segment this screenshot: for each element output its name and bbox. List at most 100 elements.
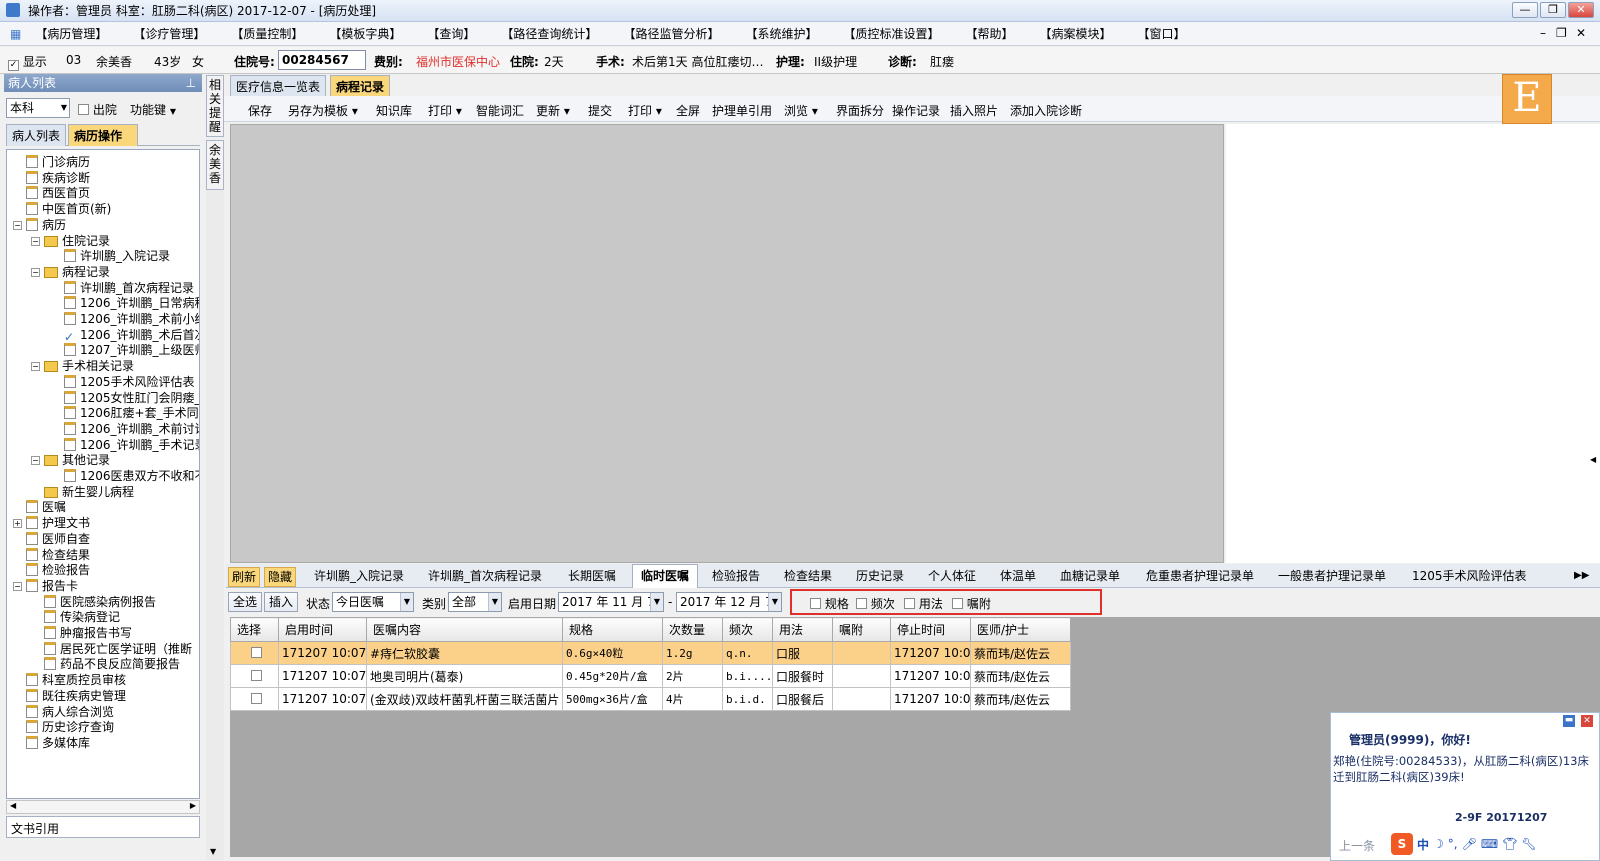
tab-admission-record[interactable]: 许圳鹏_入院记录 xyxy=(314,567,404,585)
fullscreen-button[interactable]: 全屏 xyxy=(676,102,700,119)
spec-checkbox[interactable] xyxy=(810,598,821,609)
tree-node[interactable]: − 病历 xyxy=(13,217,66,233)
tree-node[interactable]: 1206_许圳鹏_手术记录 xyxy=(51,437,199,453)
operation-log-button[interactable]: 操作记录 xyxy=(892,102,940,119)
show-toggle[interactable]: ✓ 显示 xyxy=(8,53,47,71)
tree-node[interactable]: 1207_许圳鹏_上级医师 xyxy=(51,342,199,358)
tab-record-operation[interactable]: 病历操作 xyxy=(68,124,138,146)
table-cell[interactable] xyxy=(230,687,279,711)
menu-item-quality[interactable]: 【质量控制】 xyxy=(231,25,303,42)
split-view-button[interactable]: 界面拆分 xyxy=(836,102,884,119)
column-header[interactable]: 规格 xyxy=(562,617,663,642)
table-row[interactable]: 171207 10:07 地奥司明片(葛泰) 0.45g*20片/盒 2片 b.i...… xyxy=(230,664,1071,688)
mdi-min-icon[interactable]: – xyxy=(1540,26,1546,40)
tree-node[interactable]: 检查结果 xyxy=(13,547,90,563)
tab-progress-notes[interactable]: 病程记录 xyxy=(330,75,391,97)
tree-node[interactable]: 医师自查 xyxy=(13,531,90,547)
table-cell[interactable] xyxy=(230,664,279,688)
mdi-close-icon[interactable]: ✕ xyxy=(1576,26,1586,40)
menu-item-record[interactable]: 【病历管理】 xyxy=(35,25,107,42)
patient-name-strip[interactable]: 余美香 xyxy=(206,140,224,190)
usage-toggle[interactable]: 用法 xyxy=(904,595,943,612)
ime-mode-label[interactable]: 中 xyxy=(1417,836,1429,853)
column-header[interactable]: 启用时间 xyxy=(278,617,367,642)
knowledge-base-button[interactable]: 知识库 xyxy=(376,102,412,119)
tree-node[interactable]: 病人综合浏览 xyxy=(13,704,114,720)
tab-general-nursing[interactable]: 一般患者护理记录单 xyxy=(1278,567,1386,585)
tree-node[interactable]: − 病程记录 xyxy=(31,264,110,280)
menu-item-treatment[interactable]: 【诊疗管理】 xyxy=(133,25,205,42)
tab-long-term-orders[interactable]: 长期医嘱 xyxy=(568,567,616,585)
tree-node[interactable]: 许圳鹏_入院记录 xyxy=(51,248,170,264)
category-select[interactable]: 全部 ▼ xyxy=(448,592,502,612)
nursing-ref-button[interactable]: 护理单引用 xyxy=(712,102,772,119)
tree-node[interactable]: 疾病诊断 xyxy=(13,170,90,186)
smart-vocab-button[interactable]: 智能词汇 xyxy=(476,102,524,119)
dept-select[interactable]: 本科 ▼ xyxy=(6,98,70,118)
tree-node[interactable]: 门诊病历 xyxy=(13,154,90,170)
print-button-2[interactable]: 打印 ▾ xyxy=(628,102,662,119)
tree-hscrollbar[interactable]: ◀ ▶ xyxy=(6,800,200,814)
tree-node[interactable]: − 其他记录 xyxy=(31,452,110,468)
column-header[interactable]: 选择 xyxy=(230,617,279,642)
function-key-button[interactable]: 功能键 ▼ xyxy=(130,101,176,118)
collapse-icon[interactable]: − xyxy=(31,456,40,466)
menu-item-query[interactable]: 【查询】 xyxy=(427,25,475,42)
print-button[interactable]: 打印 ▾ xyxy=(428,102,462,119)
tree-node[interactable]: 传染病登记 xyxy=(31,609,120,625)
tree-node[interactable]: 医嘱 xyxy=(13,499,66,515)
doc-reference-panel[interactable]: 文书引用 xyxy=(6,816,200,838)
collapse-icon[interactable]: − xyxy=(13,220,22,230)
tools-icon[interactable]: 🔧︎ xyxy=(1521,837,1536,851)
tree-node[interactable]: 1206_许圳鹏_术前小结 xyxy=(51,311,199,327)
mic-icon[interactable]: 🎤︎ xyxy=(1462,837,1477,851)
tree-node[interactable]: 中医首页(新) xyxy=(13,201,111,217)
table-row[interactable]: 171207 10:07 (金双歧)双歧杆菌乳杆菌三联活菌片 500mg×36片/盒… xyxy=(230,687,1071,711)
tree-node[interactable]: 新生婴儿病程 xyxy=(31,484,134,500)
close-icon[interactable]: ✕ xyxy=(1581,715,1593,727)
tree-node[interactable]: 既往疾病史管理 xyxy=(13,688,126,704)
instruction-checkbox[interactable] xyxy=(952,598,963,609)
row-select-checkbox[interactable] xyxy=(250,647,262,658)
punct-icon[interactable]: °, xyxy=(1448,837,1458,851)
tree-node[interactable]: 科室质控员审核 xyxy=(13,672,126,688)
scroll-left-icon[interactable]: ◀ xyxy=(10,801,16,810)
tab-temperature-chart[interactable]: 体温单 xyxy=(1000,567,1036,585)
tab-history[interactable]: 历史记录 xyxy=(856,567,904,585)
column-header[interactable]: 用法 xyxy=(772,617,833,642)
tree-node[interactable]: 1205女性肛门会阴瘘_ xyxy=(51,390,199,406)
table-row[interactable]: 171207 10:07 #痔仁软胶囊 0.6g×40粒 1.2g q.n. 口服 1712… xyxy=(230,641,1071,665)
tab-patient-list[interactable]: 病人列表 xyxy=(6,124,67,146)
discharged-toggle[interactable]: 出院 xyxy=(78,101,117,118)
column-header[interactable]: 医嘱内容 xyxy=(366,617,563,642)
column-header[interactable]: 频次 xyxy=(722,617,773,642)
tab-vitals[interactable]: 个人体征 xyxy=(928,567,976,585)
tree-node[interactable]: 医院感染病例报告 xyxy=(31,594,156,610)
document-editor[interactable] xyxy=(230,124,1224,563)
tree-node[interactable]: − 报告卡 xyxy=(13,578,78,594)
select-all-button[interactable]: 全选 xyxy=(228,592,263,612)
menu-item-path-stats[interactable]: 【路径查询统计】 xyxy=(501,25,597,42)
insert-photo-button[interactable]: 插入照片 xyxy=(950,102,998,119)
refresh-button[interactable]: 刷新 xyxy=(228,567,261,587)
tree-node[interactable]: 1206医患双方不收和不 xyxy=(51,468,199,484)
tree-node[interactable]: 多媒体库 xyxy=(13,735,90,751)
tree-node[interactable]: − 手术相关记录 xyxy=(31,358,134,374)
tree-node[interactable]: 1205手术风险评估表 xyxy=(51,374,195,390)
update-button[interactable]: 更新 ▾ xyxy=(536,102,570,119)
tree-node[interactable]: 1206肛瘘+套_手术同意 xyxy=(51,405,199,421)
save-button[interactable]: 保存 xyxy=(248,102,272,119)
tab-exam-results[interactable]: 检查结果 xyxy=(784,567,832,585)
tab-critical-nursing[interactable]: 危重患者护理记录单 xyxy=(1146,567,1254,585)
inpatient-no-field[interactable]: 00284567 xyxy=(278,50,366,70)
close-button[interactable]: ✕ xyxy=(1568,2,1594,18)
discharged-checkbox[interactable] xyxy=(78,104,89,115)
restore-button[interactable]: ❐ xyxy=(1540,2,1566,18)
spec-toggle[interactable]: 规格 xyxy=(810,595,849,612)
add-admission-diagnosis-button[interactable]: 添加入院诊断 xyxy=(1010,102,1082,119)
tree-node[interactable]: 肿瘤报告书写 xyxy=(31,625,132,641)
tree-node[interactable]: 1206_许圳鹏_日常病程 xyxy=(51,295,199,311)
sogou-icon[interactable]: S xyxy=(1391,833,1413,855)
previous-message-link[interactable]: 上一条 xyxy=(1339,837,1375,854)
browse-button[interactable]: 浏览 ▾ xyxy=(784,102,818,119)
